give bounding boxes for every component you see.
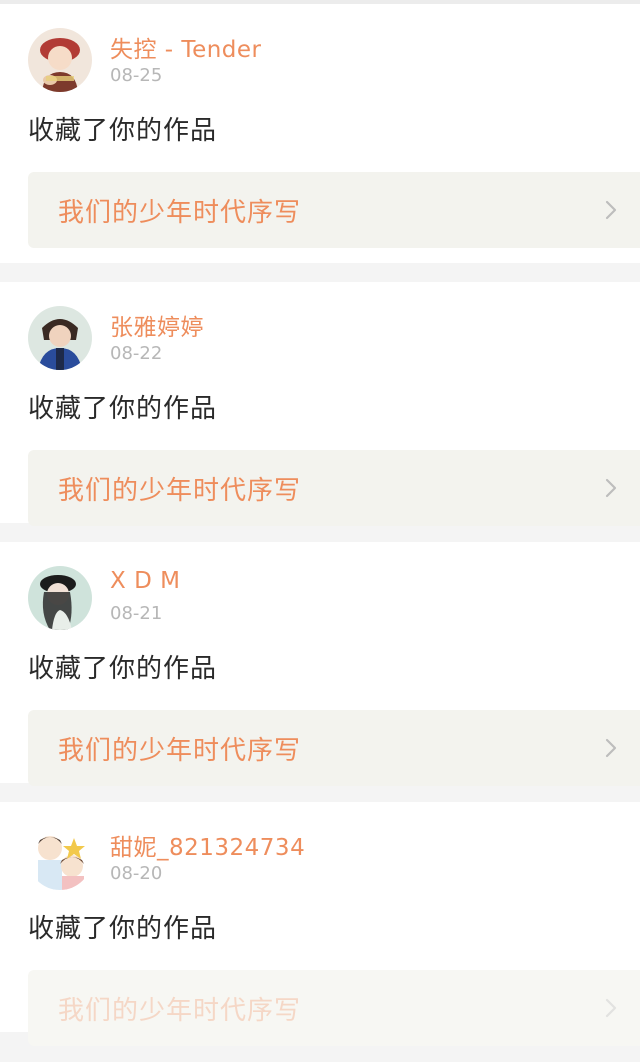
card-header: X D M 08-21 [0,542,640,638]
chevron-right-icon [605,998,617,1018]
work-title: 我们的少年时代序写 [58,198,302,228]
action-text: 收藏了你的作品 [28,914,218,944]
work-link[interactable]: 我们的少年时代序写 [28,172,640,248]
username[interactable]: X D M [110,568,180,594]
card-header: 失控 - Tender 08-25 [0,4,640,100]
work-link[interactable]: 我们的少年时代序写 [28,970,640,1046]
notification-card: 张雅婷婷 08-22 收藏了你的作品 我们的少年时代序写 [0,282,640,526]
chevron-right-icon [605,478,617,498]
card-header: 张雅婷婷 08-22 [0,282,640,378]
username[interactable]: 张雅婷婷 [110,308,204,342]
username[interactable]: 甜妮_821324734 [110,828,305,862]
notification-card: 甜妮_821324734 08-20 收藏了你的作品 我们的少年时代序写 [0,802,640,1046]
chevron-right-icon [605,200,617,220]
work-title: 我们的少年时代序写 [58,476,302,506]
work-link[interactable]: 我们的少年时代序写 [28,450,640,526]
work-title: 我们的少年时代序写 [58,996,302,1026]
avatar-girl-red-hat-icon[interactable] [28,28,92,92]
timestamp: 08-21 [110,603,163,624]
timestamp: 08-22 [110,343,163,364]
notification-feed: 失控 - Tender 08-25 收藏了你的作品 我们的少年时代序写 张雅婷婷… [0,4,640,1046]
notification-card: 失控 - Tender 08-25 收藏了你的作品 我们的少年时代序写 [0,4,640,263]
avatar-boy-blue-jacket-icon[interactable] [28,306,92,370]
card-header: 甜妮_821324734 08-20 [0,802,640,898]
avatar-cartoon-couple-icon[interactable] [28,826,92,890]
action-text: 收藏了你的作品 [28,116,218,146]
action-text: 收藏了你的作品 [28,394,218,424]
timestamp: 08-25 [110,65,163,86]
timestamp: 08-20 [110,863,163,884]
action-text: 收藏了你的作品 [28,654,218,684]
work-title: 我们的少年时代序写 [58,736,302,766]
notification-card: X D M 08-21 收藏了你的作品 我们的少年时代序写 [0,542,640,786]
username[interactable]: 失控 - Tender [110,30,262,64]
avatar-girl-black-cap-icon[interactable] [28,566,92,630]
work-link[interactable]: 我们的少年时代序写 [28,710,640,786]
chevron-right-icon [605,738,617,758]
